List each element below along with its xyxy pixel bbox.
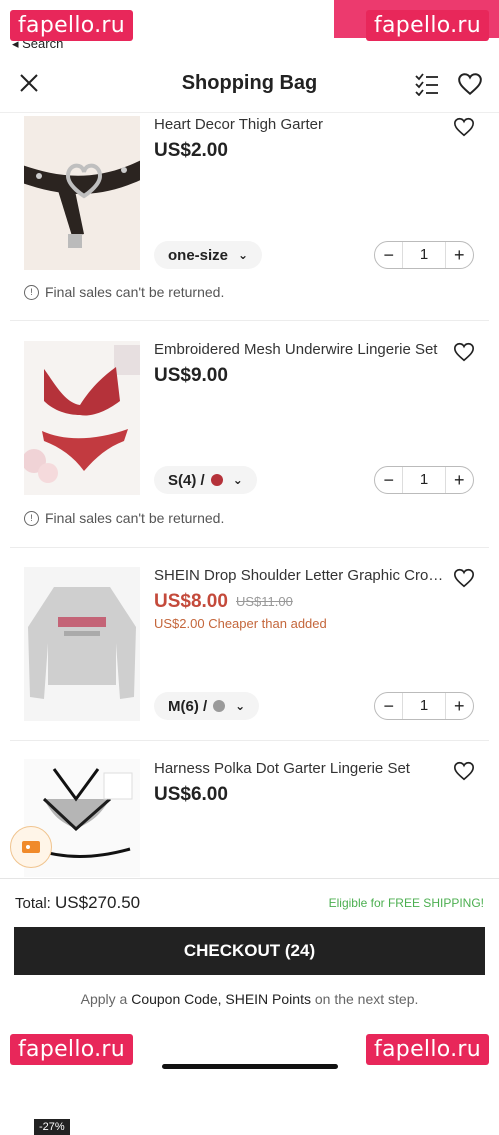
heart-icon[interactable] bbox=[453, 760, 475, 782]
info-icon: ! bbox=[24, 284, 39, 300]
cart-item: Harness Polka Dot Garter Lingerie Set US… bbox=[10, 741, 489, 877]
quantity-value[interactable]: 1 bbox=[402, 467, 446, 493]
product-image[interactable] bbox=[24, 341, 140, 495]
increase-button[interactable]: + bbox=[446, 245, 473, 266]
product-name[interactable]: Heart Decor Thigh Garter bbox=[154, 116, 444, 133]
page-header: Shopping Bag bbox=[0, 58, 499, 113]
floating-coupon-icon[interactable] bbox=[10, 826, 52, 868]
cart-item: Heart Decor Thigh Garter US$2.00 one-siz… bbox=[10, 112, 489, 321]
product-price: US$6.00 bbox=[154, 784, 228, 805]
watermark-bottom-left: fapello.ru bbox=[10, 1034, 134, 1065]
increase-button[interactable]: + bbox=[446, 696, 473, 717]
color-swatch bbox=[210, 474, 223, 486]
final-sale-text: Final sales can't be returned. bbox=[45, 284, 225, 300]
chevron-down-icon: ⌄ bbox=[232, 473, 243, 487]
final-sale-note: ! Final sales can't be returned. bbox=[24, 284, 224, 300]
product-name[interactable]: Embroidered Mesh Underwire Lingerie Set bbox=[154, 341, 444, 358]
variant-label: S(4) / bbox=[168, 471, 205, 489]
product-image[interactable] bbox=[24, 567, 140, 721]
discount-badge: -27% bbox=[34, 1119, 70, 1135]
cart-item: -27% SHEIN Drop Shoulder Letter Graphic … bbox=[10, 548, 489, 1135]
checkout-button[interactable]: CHECKOUT (24) bbox=[14, 927, 485, 975]
coupon-prefix: Apply a bbox=[80, 991, 132, 1007]
coupon-hint: Apply a Coupon Code, SHEIN Points on the… bbox=[0, 991, 499, 1007]
quantity-stepper[interactable]: − 1 + bbox=[374, 692, 474, 720]
product-image[interactable] bbox=[24, 116, 140, 270]
variant-selector[interactable]: S(4) / ⌄ bbox=[154, 466, 257, 494]
total-value: US$270.50 bbox=[55, 893, 141, 912]
quantity-value[interactable]: 1 bbox=[402, 242, 446, 268]
product-original-price: US$11.00 bbox=[236, 594, 293, 609]
heart-icon[interactable] bbox=[453, 567, 475, 589]
coupon-link[interactable]: Coupon Code, SHEIN Points bbox=[131, 991, 311, 1007]
final-sale-text: Final sales can't be returned. bbox=[45, 510, 225, 526]
free-shipping-note: Eligible for FREE SHIPPING! bbox=[328, 896, 484, 910]
increase-button[interactable]: + bbox=[446, 470, 473, 491]
product-name[interactable]: Harness Polka Dot Garter Lingerie Set bbox=[154, 760, 444, 777]
total-label: Total: bbox=[15, 895, 51, 912]
decrease-button[interactable]: − bbox=[375, 245, 402, 266]
product-price: US$2.00 bbox=[154, 140, 228, 161]
product-name[interactable]: SHEIN Drop Shoulder Letter Graphic Crop … bbox=[154, 567, 444, 584]
watermark-bottom-right: fapello.ru bbox=[365, 1034, 489, 1065]
heart-icon[interactable] bbox=[453, 116, 475, 138]
watermark-top-right: fapello.ru bbox=[365, 10, 489, 41]
color-swatch bbox=[213, 700, 226, 712]
variant-selector[interactable]: one-size ⌄ bbox=[154, 241, 263, 269]
quantity-stepper[interactable]: − 1 + bbox=[374, 466, 474, 494]
decrease-button[interactable]: − bbox=[375, 470, 402, 491]
home-indicator bbox=[162, 1064, 338, 1069]
heart-icon[interactable] bbox=[453, 341, 475, 363]
checklist-icon[interactable] bbox=[414, 72, 440, 96]
watermark-top-left: fapello.ru bbox=[10, 10, 134, 41]
cart-item: Embroidered Mesh Underwire Lingerie Set … bbox=[10, 321, 489, 548]
quantity-stepper[interactable]: − 1 + bbox=[374, 241, 474, 269]
chevron-down-icon: ⌄ bbox=[238, 248, 249, 262]
decrease-button[interactable]: − bbox=[375, 696, 402, 717]
price-drop-note: US$2.00 Cheaper than added bbox=[154, 616, 327, 631]
coupon-suffix: on the next step. bbox=[310, 991, 419, 1007]
variant-selector[interactable]: M(6) / ⌄ bbox=[154, 692, 260, 720]
chevron-down-icon: ⌄ bbox=[235, 699, 246, 713]
final-sale-note: ! Final sales can't be returned. bbox=[24, 510, 224, 526]
variant-label: M(6) / bbox=[168, 697, 208, 715]
product-price: US$9.00 bbox=[154, 365, 228, 386]
wishlist-heart-icon[interactable] bbox=[457, 71, 483, 97]
info-icon: ! bbox=[24, 510, 39, 526]
order-total: Total: US$270.50 bbox=[15, 893, 140, 913]
product-sale-price: US$8.00 bbox=[154, 591, 228, 612]
quantity-value[interactable]: 1 bbox=[402, 693, 446, 719]
variant-label: one-size bbox=[168, 246, 229, 264]
